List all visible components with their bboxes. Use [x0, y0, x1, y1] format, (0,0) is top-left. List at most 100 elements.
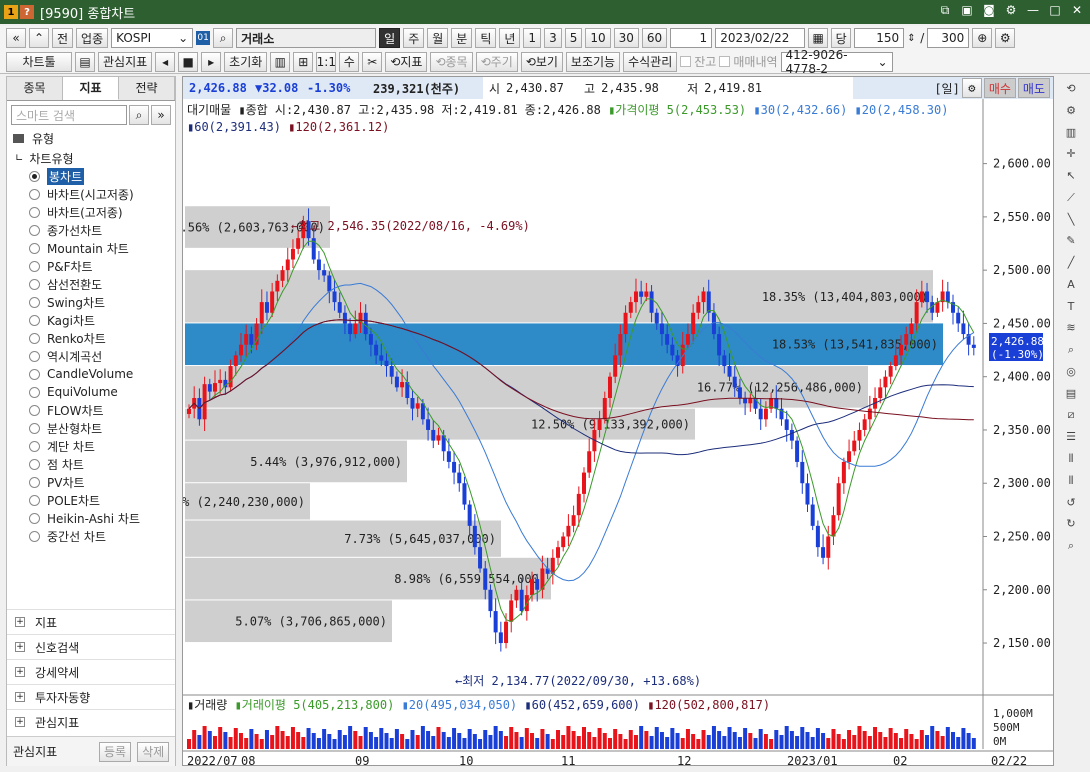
radio-button[interactable]	[29, 368, 40, 380]
undo-icon[interactable]: ↺	[1062, 496, 1080, 513]
stop-icon[interactable]: ■	[178, 51, 199, 72]
period-day[interactable]: 일	[379, 28, 401, 48]
equal-icon[interactable]: ☰	[1062, 430, 1080, 447]
chart-tool-button[interactable]: 차트툴	[6, 51, 72, 72]
chart-type-item[interactable]: 중간선 차트	[7, 527, 175, 545]
radio-button[interactable]	[29, 350, 40, 362]
chart-type-item[interactable]: Kagi차트	[7, 311, 175, 329]
chart-type-item[interactable]: PV차트	[7, 473, 175, 491]
period-month[interactable]: 월	[427, 28, 449, 48]
radio-button[interactable]	[29, 332, 40, 344]
balance-checkbox[interactable]	[680, 56, 692, 67]
redo-icon[interactable]: ↻	[1062, 517, 1080, 534]
magnet-icon[interactable]: ◎	[1062, 365, 1080, 382]
channel-icon[interactable]: ⧄	[1062, 408, 1080, 425]
dang-button[interactable]: 당	[831, 28, 852, 48]
register-button[interactable]: 등록	[99, 741, 132, 762]
radio-button[interactable]	[29, 530, 40, 542]
calendar-icon[interactable]: ▦	[808, 28, 829, 48]
arrow-icon[interactable]: ↖	[1062, 169, 1080, 186]
radio-button[interactable]	[29, 386, 40, 398]
minimize-icon[interactable]: —	[1026, 3, 1040, 19]
account-select[interactable]: 412-9026-4778-2 ⌄	[780, 48, 893, 76]
buy-button[interactable]: 매수	[983, 78, 1016, 98]
item-button[interactable]: ⟲ 종목	[430, 51, 473, 72]
interval-10[interactable]: 10	[585, 28, 611, 48]
radio-button[interactable]	[29, 242, 40, 254]
radio-button[interactable]	[29, 404, 40, 416]
radio-button[interactable]	[29, 440, 40, 452]
text-icon[interactable]: T	[1062, 300, 1080, 317]
jeon-button[interactable]: 전	[52, 28, 74, 48]
cross-icon[interactable]: ✛	[1062, 147, 1080, 164]
radio-button[interactable]	[29, 422, 40, 434]
section-investor[interactable]: + 투자자동향	[7, 684, 175, 709]
radio-button[interactable]	[29, 170, 40, 182]
chart-type-item[interactable]: 삼선전환도	[7, 275, 175, 293]
chart-type-item[interactable]: Swing차트	[7, 293, 175, 311]
period-tick[interactable]: 틱	[475, 28, 497, 48]
maximize-icon[interactable]: □	[1048, 3, 1062, 19]
auto-icon[interactable]: A	[1062, 278, 1080, 295]
period-minute[interactable]: 분	[451, 28, 473, 48]
section-signal[interactable]: + 신호검색	[7, 634, 175, 659]
candlestick-chart[interactable]: 대기매물 ▮종합 시:2,430.87 고:2,435.98 저:2,419.8…	[183, 99, 1053, 765]
table-icon[interactable]: ⊞	[293, 51, 314, 72]
left-arrow-icon[interactable]: ◂	[155, 51, 176, 72]
settings-icon[interactable]: ⚙	[1004, 3, 1018, 19]
chart-type-item[interactable]: 역시계곡선	[7, 347, 175, 365]
bars2-icon[interactable]: ⦀	[1062, 474, 1080, 491]
chart-type-item[interactable]: 종가선차트	[7, 221, 175, 239]
bars-icon[interactable]: ⦀	[1062, 452, 1080, 469]
fib-icon[interactable]: ≋	[1062, 321, 1080, 338]
search-icon[interactable]: ⌕	[129, 105, 149, 125]
radio-button[interactable]	[29, 512, 40, 524]
radio-button[interactable]	[29, 314, 40, 326]
zoom-icon[interactable]: ⊕	[972, 28, 993, 48]
chart-type-item[interactable]: 분산형차트	[7, 419, 175, 437]
chart-type-item[interactable]: CandleVolume	[7, 365, 175, 383]
line-icon[interactable]: ╲	[1062, 213, 1080, 230]
stepper-icon[interactable]: ⇕	[907, 33, 917, 44]
type-header[interactable]: 유형	[7, 129, 175, 147]
market-select[interactable]: KOSPI ⌄	[111, 28, 194, 48]
chart-type-item[interactable]: Heikin-Ashi 차트	[7, 509, 175, 527]
upjong-button[interactable]: 업종	[76, 28, 109, 48]
market-code[interactable]: 01	[196, 31, 211, 45]
chart-type-item[interactable]: 점 차트	[7, 455, 175, 473]
total-input[interactable]: 300	[927, 28, 970, 48]
cycle-button[interactable]: ⟲ 주기	[475, 51, 518, 72]
search-icon[interactable]: ⌕	[213, 28, 234, 48]
refresh-icon[interactable]: ⟲	[1062, 82, 1080, 99]
tab-strategy[interactable]: 전략	[119, 77, 175, 100]
interval-30[interactable]: 30	[613, 28, 639, 48]
up-button[interactable]: ⌃	[29, 28, 49, 48]
line-draw-icon[interactable]: ╱	[1062, 256, 1080, 273]
section-strength[interactable]: + 강세약세	[7, 659, 175, 684]
grid-icon[interactable]: ▥	[270, 51, 291, 72]
pen-icon[interactable]: ✎	[1062, 234, 1080, 251]
radio-button[interactable]	[29, 206, 40, 218]
smart-search-input[interactable]: 스마트 검색	[11, 105, 127, 125]
chart-type-item[interactable]: 바차트(고저종)	[7, 203, 175, 221]
period-week[interactable]: 주	[403, 28, 425, 48]
chart-type-item[interactable]: EquiVolume	[7, 383, 175, 401]
scissors-icon[interactable]: ✂	[362, 51, 383, 72]
watch-indicator-button[interactable]: 관심지표	[98, 51, 153, 72]
chart-type-item[interactable]: 계단 차트	[7, 437, 175, 455]
radio-button[interactable]	[29, 494, 40, 506]
bars-input[interactable]: 150	[854, 28, 905, 48]
expand-icon[interactable]: »	[151, 105, 171, 125]
chart-type-item[interactable]: 봉차트	[7, 167, 175, 185]
radio-button[interactable]	[29, 278, 40, 290]
screenshot-icon[interactable]: ◙	[982, 3, 996, 19]
interval-1[interactable]: 1	[523, 28, 542, 48]
chart-settings-icon[interactable]: ⚙	[961, 78, 982, 98]
count-input[interactable]: 1	[670, 28, 713, 48]
settings-icon[interactable]: ⚙	[1062, 104, 1080, 121]
radio-button[interactable]	[29, 188, 40, 200]
prev-button[interactable]: «	[6, 28, 26, 48]
copy-icon[interactable]: ▣	[960, 3, 974, 19]
chart-type-item[interactable]: P&F차트	[7, 257, 175, 275]
save-icon[interactable]: ▤	[75, 51, 95, 72]
